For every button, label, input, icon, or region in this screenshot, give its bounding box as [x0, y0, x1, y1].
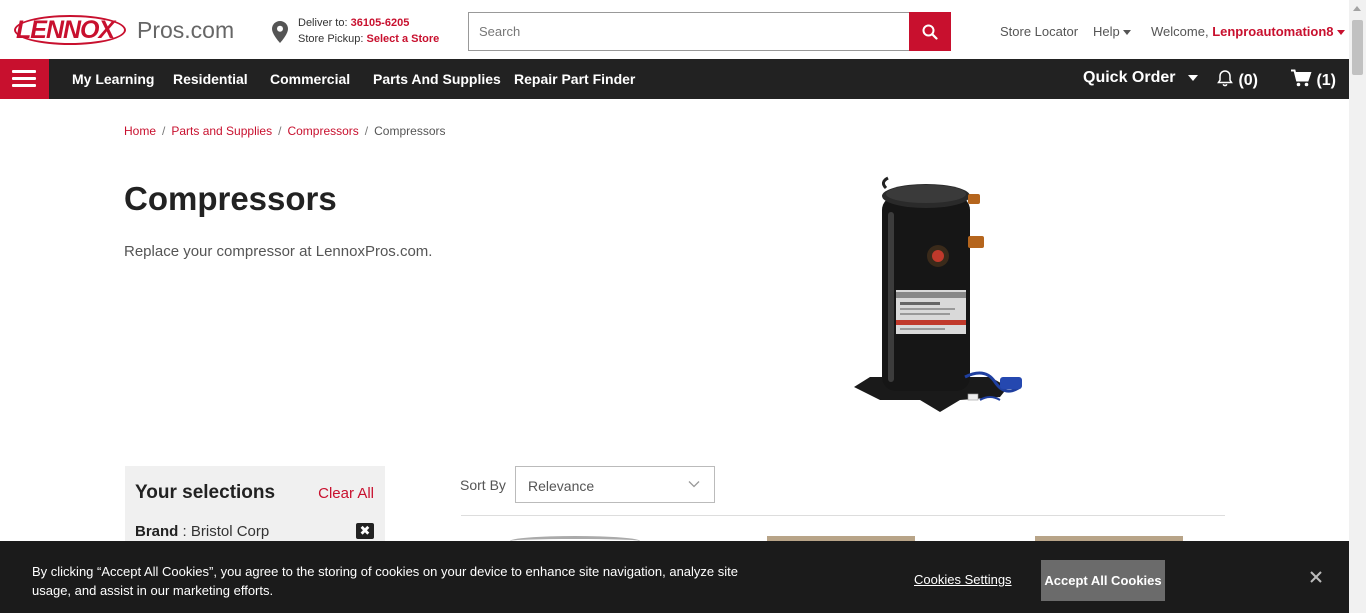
notifications-button[interactable]: (0) — [1216, 69, 1258, 90]
cart-icon — [1291, 69, 1312, 87]
account-menu[interactable]: Welcome, Lenproautomation8 — [1151, 24, 1345, 39]
pickup-label: Store Pickup: — [298, 33, 364, 45]
selections-title: Your selections — [135, 482, 276, 503]
search-bar — [468, 12, 951, 51]
deliver-zip[interactable]: 36105-6205 — [351, 17, 410, 29]
deliver-to-line: Deliver to: 36105-6205 — [298, 17, 409, 29]
logo-suffix-text: Pros.com — [137, 17, 235, 43]
breadcrumb-compressors[interactable]: Compressors — [287, 124, 358, 138]
help-caret-icon — [1122, 30, 1131, 36]
notifications-count: (0) — [1238, 72, 1259, 89]
breadcrumb-separator: / — [278, 124, 282, 138]
hamburger-icon-bar — [12, 77, 36, 80]
nav-repair-part-finder[interactable]: Repair Part Finder — [514, 71, 635, 87]
store-locator-link[interactable]: Store Locator — [1000, 24, 1078, 39]
search-input[interactable] — [469, 13, 909, 50]
close-icon[interactable] — [1307, 568, 1325, 586]
your-selections-panel: Your selections Clear All Brand : Bristo… — [125, 466, 385, 546]
page-title: Compressors — [124, 180, 337, 217]
store-pickup-line: Store Pickup: Select a Store — [298, 33, 439, 45]
top-header: LENNOX Pros.com Deliver to: 36105-6205 S… — [0, 0, 1349, 59]
page-description: Replace your compressor at LennoxPros.co… — [124, 243, 433, 260]
remove-filter-icon[interactable]: ✖ — [356, 523, 374, 539]
sort-label: Sort By — [460, 477, 506, 493]
sort-dropdown[interactable]: Relevance — [515, 466, 715, 503]
breadcrumb-separator: / — [162, 124, 166, 138]
nav-commercial[interactable]: Commercial — [270, 71, 350, 87]
compressor-image — [854, 176, 1022, 412]
breadcrumb-separator: / — [364, 124, 369, 138]
search-button[interactable] — [909, 12, 951, 51]
select-store-link[interactable]: Select a Store — [366, 33, 439, 45]
main-nav: My Learning Residential Commercial Parts… — [0, 59, 1349, 99]
location-pin-icon — [272, 21, 288, 43]
cookie-text: By clicking “Accept All Cookies”, you ag… — [32, 564, 738, 598]
sort-value: Relevance — [528, 478, 595, 494]
welcome-label: Welcome, — [1151, 24, 1209, 39]
deliver-label: Deliver to: — [298, 17, 348, 29]
breadcrumb: Home / Parts and Supplies / Compressors / Comp… — [124, 124, 446, 138]
help-label: Help — [1093, 24, 1120, 39]
accept-all-cookies-button[interactable]: Accept All Cookies — [1041, 560, 1165, 601]
nav-parts-and-supplies[interactable]: Parts And Supplies — [373, 71, 501, 87]
chevron-down-icon — [688, 481, 700, 488]
scroll-thumb[interactable] — [1352, 20, 1363, 75]
selected-filter-brand: Brand : Bristol Corp — [135, 523, 270, 540]
quick-order-menu[interactable]: Quick Order — [1083, 69, 1198, 87]
search-icon — [922, 24, 938, 40]
breadcrumb-parts-and-supplies[interactable]: Parts and Supplies — [171, 124, 272, 138]
cookie-banner: By clicking “Accept All Cookies”, you ag… — [0, 541, 1349, 613]
hamburger-icon-bar — [12, 84, 36, 87]
bell-icon — [1217, 70, 1233, 87]
account-caret-icon — [1336, 30, 1345, 36]
user-name: Lenproautomation8 — [1212, 24, 1334, 39]
scroll-up-arrow-icon[interactable] — [1353, 6, 1361, 11]
nav-my-learning[interactable]: My Learning — [72, 71, 154, 87]
logo-brand-text: LENNOX — [16, 16, 115, 44]
menu-button[interactable] — [0, 59, 49, 99]
divider — [461, 515, 1225, 516]
filter-label: Brand — [135, 523, 179, 540]
clear-all-link[interactable]: Clear All — [318, 485, 374, 502]
lennox-pros-logo[interactable]: LENNOX Pros.com — [14, 12, 244, 48]
cookies-settings-link[interactable]: Cookies Settings — [914, 572, 1012, 587]
cart-count: (1) — [1316, 72, 1337, 89]
help-menu[interactable]: Help — [1093, 24, 1131, 39]
filter-value: Bristol Corp — [190, 523, 270, 540]
quick-order-label: Quick Order — [1083, 69, 1176, 86]
nav-residential[interactable]: Residential — [173, 71, 248, 87]
breadcrumb-home[interactable]: Home — [124, 124, 156, 138]
cart-button[interactable]: (1) — [1291, 69, 1336, 90]
breadcrumb-current: Compressors — [374, 124, 446, 138]
quick-order-caret-icon — [1187, 74, 1198, 81]
hamburger-icon — [12, 70, 36, 73]
page-scrollbar[interactable] — [1349, 0, 1366, 613]
